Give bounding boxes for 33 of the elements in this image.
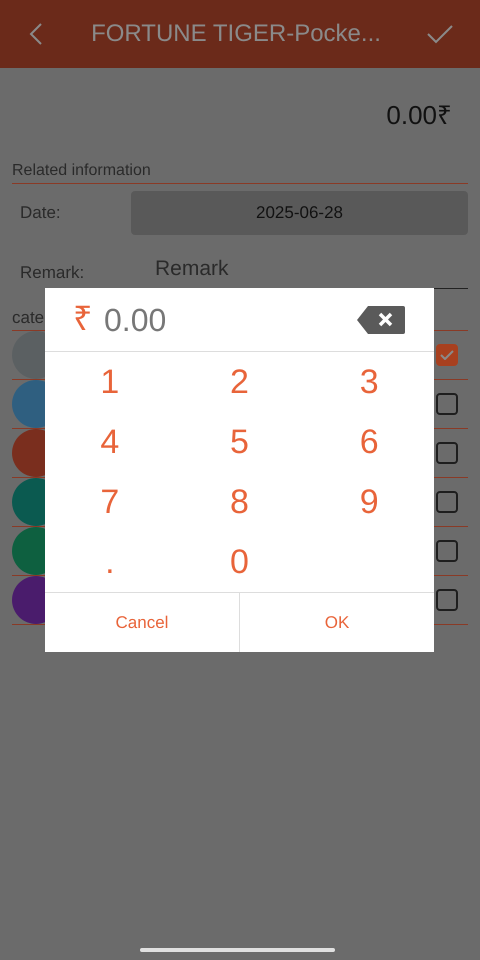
back-icon (29, 22, 43, 46)
keypad-key[interactable]: 7 (45, 472, 175, 532)
currency-symbol: ₹ (73, 299, 92, 340)
date-field[interactable]: 2025-06-28 (131, 191, 468, 235)
keypad-key[interactable]: 5 (174, 412, 304, 472)
backspace-button[interactable] (356, 304, 406, 334)
keypad-key[interactable]: 6 (304, 412, 434, 472)
keypad-key[interactable]: 8 (174, 472, 304, 532)
backspace-icon (356, 304, 406, 334)
keypad-key[interactable]: 0 (174, 532, 304, 592)
keypad-key[interactable]: 4 (45, 412, 175, 472)
page-title: FORTUNE TIGER-Pocke... (90, 19, 382, 49)
ok-button[interactable]: OK (240, 593, 434, 652)
remark-label: Remark: (19, 262, 86, 284)
keypad-key[interactable]: 9 (304, 472, 434, 532)
section-heading: cate (12, 306, 44, 328)
checkbox[interactable] (436, 393, 458, 415)
keypad-key[interactable]: 1 (45, 352, 175, 412)
keypad-key[interactable]: . (45, 532, 175, 592)
checkbox[interactable] (436, 344, 458, 366)
date-label: Date: (19, 202, 62, 224)
section-heading: Related information (12, 162, 151, 179)
keypad-key[interactable]: 2 (174, 352, 304, 412)
checkbox[interactable] (436, 491, 458, 513)
check-icon (426, 24, 454, 44)
checkbox[interactable] (436, 589, 458, 611)
amount-text: 0.00₹ (386, 99, 452, 132)
checkbox[interactable] (436, 540, 458, 562)
amount-display: 0.00 (104, 300, 168, 340)
keypad-key[interactable]: 3 (304, 352, 434, 412)
checkbox[interactable] (436, 442, 458, 464)
check-icon (440, 350, 454, 360)
cancel-button[interactable]: Cancel (45, 593, 240, 652)
